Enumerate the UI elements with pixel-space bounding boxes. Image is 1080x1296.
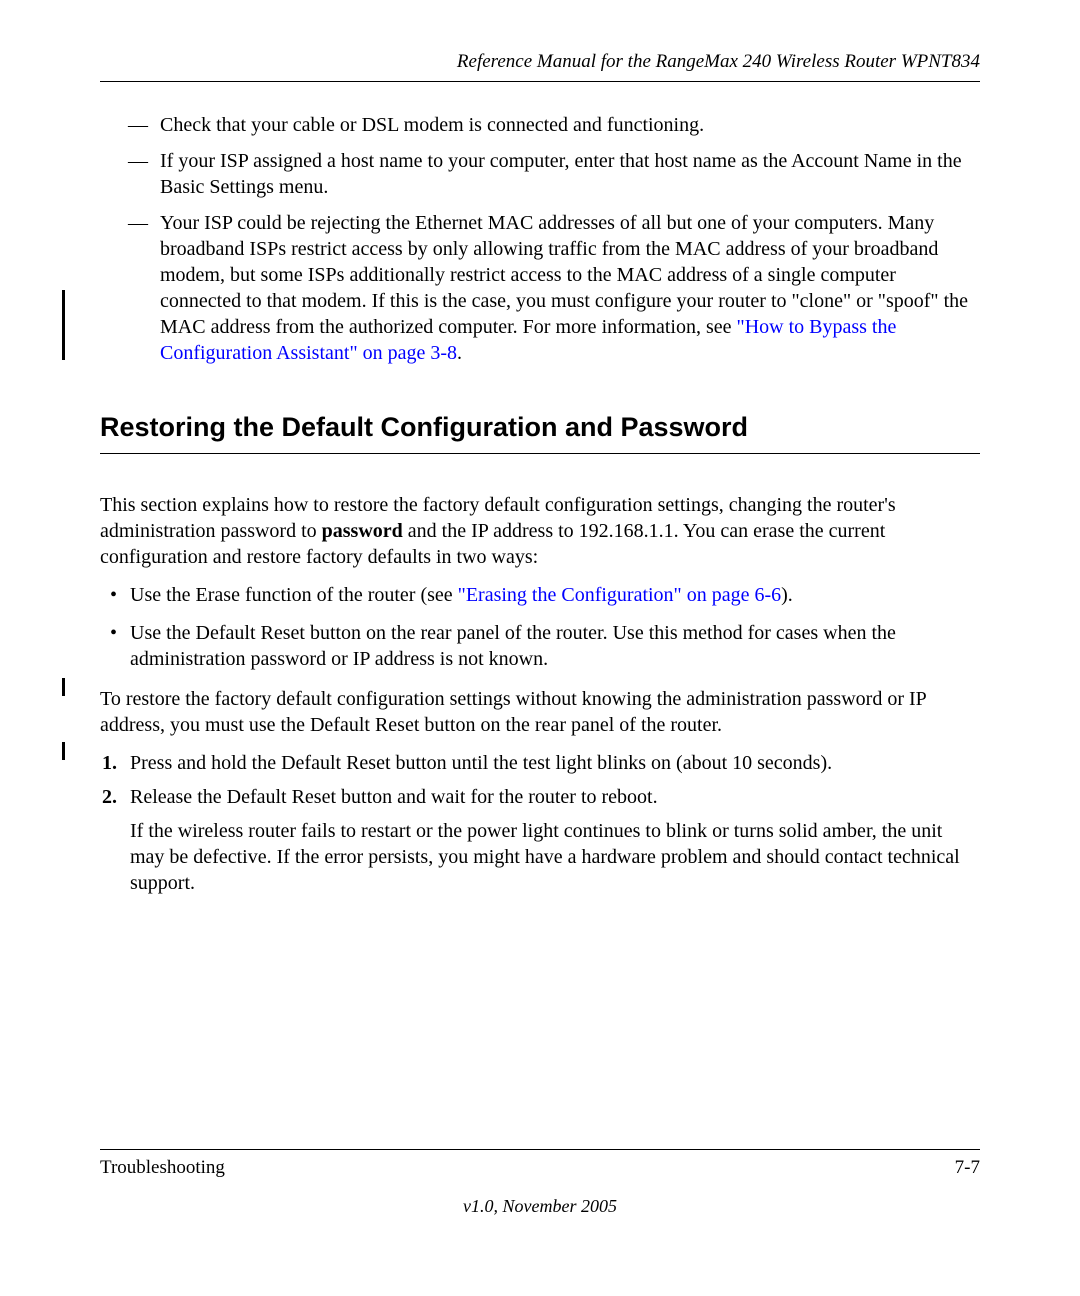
- list-item: Use the Default Reset button on the rear…: [130, 620, 980, 672]
- dash-list: Check that your cable or DSL modem is co…: [100, 112, 980, 366]
- footer-page-number: 7-7: [955, 1156, 980, 1181]
- list-item: Check that your cable or DSL modem is co…: [160, 112, 980, 138]
- bullet-text-after: ).: [781, 584, 793, 606]
- change-bar: [62, 290, 65, 360]
- bullet-list: Use the Erase function of the router (se…: [100, 582, 980, 672]
- cross-reference-link[interactable]: "Erasing the Configuration" on page 6-6: [458, 584, 781, 606]
- version-text: v1.0, November 2005: [463, 1196, 617, 1216]
- step-item: 1. Press and hold the Default Reset butt…: [130, 750, 980, 776]
- list-item: If your ISP assigned a host name to your…: [160, 148, 980, 200]
- list-item-text-after: .: [457, 342, 462, 364]
- footer-section: Troubleshooting: [100, 1156, 225, 1181]
- body-paragraph: To restore the factory default configura…: [100, 686, 980, 738]
- list-item-text: If your ISP assigned a host name to your…: [160, 150, 962, 198]
- list-item-text: Check that your cable or DSL modem is co…: [160, 114, 704, 136]
- list-item: Your ISP could be rejecting the Ethernet…: [160, 210, 980, 366]
- intro-paragraph: This section explains how to restore the…: [100, 492, 980, 570]
- numbered-steps: 1. Press and hold the Default Reset butt…: [100, 750, 980, 896]
- step-number: 2.: [102, 784, 117, 810]
- list-item: Use the Erase function of the router (se…: [130, 582, 980, 608]
- step-item: If the wireless router fails to restart …: [130, 818, 980, 896]
- section-heading: Restoring the Default Configuration and …: [100, 410, 980, 454]
- change-bar: [62, 678, 65, 696]
- step-text: Release the Default Reset button and wai…: [130, 786, 658, 808]
- bullet-text-before: Use the Erase function of the router (se…: [130, 584, 458, 606]
- footer-version: v1.0, November 2005: [0, 1195, 1080, 1218]
- paragraph-text: To restore the factory default configura…: [100, 688, 926, 736]
- page-header: Reference Manual for the RangeMax 240 Wi…: [100, 50, 980, 82]
- change-bar: [62, 742, 65, 760]
- step-text: Press and hold the Default Reset button …: [130, 752, 832, 774]
- step-number: 1.: [102, 750, 117, 776]
- section-heading-text: Restoring the Default Configuration and …: [100, 412, 748, 442]
- page-footer: Troubleshooting 7-7: [100, 1149, 980, 1181]
- step-text: If the wireless router fails to restart …: [130, 820, 960, 894]
- bullet-text: Use the Default Reset button on the rear…: [130, 622, 896, 670]
- intro-bold: password: [322, 520, 403, 542]
- document-page: Reference Manual for the RangeMax 240 Wi…: [0, 0, 1080, 1296]
- header-title: Reference Manual for the RangeMax 240 Wi…: [457, 51, 980, 72]
- step-item: 2. Release the Default Reset button and …: [130, 784, 980, 810]
